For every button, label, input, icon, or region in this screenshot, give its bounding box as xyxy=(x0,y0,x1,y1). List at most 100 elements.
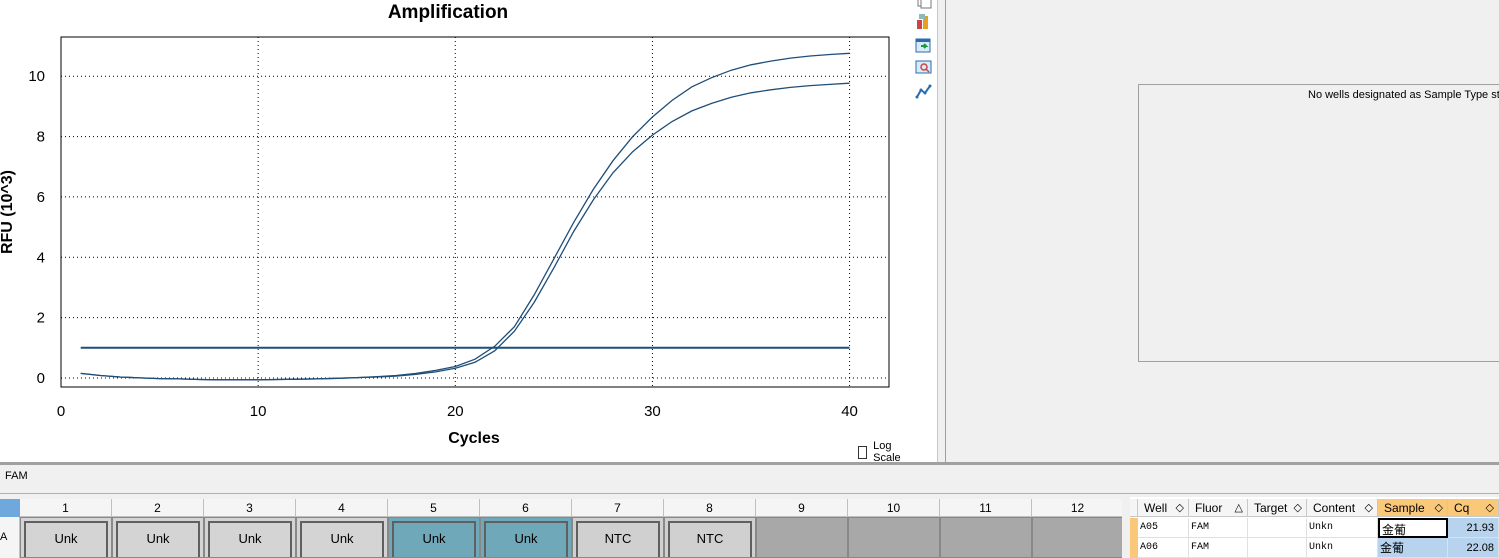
y-tick-label: 4 xyxy=(37,249,45,266)
cell-fluor: FAM xyxy=(1189,538,1248,558)
export-image-icon[interactable] xyxy=(915,13,932,30)
column-header-label: Target xyxy=(1254,501,1288,515)
plate-well[interactable]: Unk xyxy=(480,517,572,558)
plate-column-header[interactable]: 7 xyxy=(572,499,664,517)
plate-well[interactable] xyxy=(756,517,848,558)
plate-column-header[interactable]: 12 xyxy=(1032,499,1124,517)
plate-well[interactable]: Unk xyxy=(296,517,388,558)
y-axis-title: RFU (10^3) xyxy=(0,170,16,254)
cell-sample[interactable]: 金葡 xyxy=(1378,518,1448,538)
table-corner[interactable] xyxy=(1130,499,1138,517)
fluorophore-bar: FAM xyxy=(0,465,1499,494)
copy-icon[interactable] xyxy=(915,0,932,9)
column-header-label: Cq xyxy=(1454,501,1470,515)
plate-well[interactable]: NTC xyxy=(572,517,664,558)
well-content-label: Unk xyxy=(514,531,538,546)
column-header-sample[interactable]: Sample ◇ xyxy=(1378,499,1448,517)
column-header-cq[interactable]: Cq ◇ xyxy=(1448,499,1499,517)
well-content-label: Unk xyxy=(330,531,354,546)
well-content-label: NTC xyxy=(604,531,632,546)
cell-cq: 21.93 xyxy=(1448,518,1499,538)
cell-target xyxy=(1248,538,1307,558)
chart-title: Amplification xyxy=(388,2,508,23)
plate-column-header[interactable]: 1 xyxy=(20,499,112,517)
cell-well: A06 xyxy=(1138,538,1189,558)
plate-column-header[interactable]: 11 xyxy=(940,499,1032,517)
zoom-chart-icon[interactable] xyxy=(915,59,932,76)
standard-curve-box: No wells designated as Sample Type stand… xyxy=(1138,84,1499,362)
sort-icon[interactable]: ◇ xyxy=(1486,499,1494,517)
plate-well[interactable]: Unk xyxy=(20,517,112,558)
fluorophore-label[interactable]: FAM xyxy=(5,470,28,482)
column-header-target[interactable]: Target ◇ xyxy=(1248,499,1307,517)
plate-column-header[interactable]: 4 xyxy=(296,499,388,517)
log-scale-toggle[interactable]: Log Scale xyxy=(858,440,905,464)
chart-toolbar xyxy=(905,0,937,462)
plate-well[interactable]: Unk xyxy=(204,517,296,558)
cell-cq: 22.08 xyxy=(1448,538,1499,558)
y-tick-label: 6 xyxy=(37,189,45,206)
well-content-label: Unk xyxy=(422,531,446,546)
standard-curve-panel: No wells designated as Sample Type stand… xyxy=(946,0,1499,462)
plate-well[interactable]: Unk xyxy=(388,517,480,558)
standard-curve-message: No wells designated as Sample Type stand… xyxy=(1308,89,1499,101)
column-header-label: Fluor xyxy=(1195,501,1223,515)
plot-area xyxy=(60,36,890,388)
cell-content: Unkn xyxy=(1307,538,1378,558)
sort-icon[interactable]: ◇ xyxy=(1435,499,1443,517)
x-tick-label: 30 xyxy=(644,403,661,420)
sort-icon[interactable]: ◇ xyxy=(1365,499,1373,517)
column-header-label: Sample xyxy=(1384,501,1425,515)
x-tick-label: 40 xyxy=(841,403,858,420)
export-data-icon[interactable] xyxy=(915,37,932,54)
well-content-label: NTC xyxy=(696,531,724,546)
cell-well: A05 xyxy=(1138,518,1189,538)
curve-settings-icon[interactable] xyxy=(915,83,932,100)
x-tick-label: 10 xyxy=(250,403,267,420)
plate-well[interactable]: NTC xyxy=(664,517,756,558)
row-selector[interactable] xyxy=(1130,538,1138,558)
amplification-chart: Amplification 0 10 20 30 40 0 2 4 6 8 10 Cycles RF… xyxy=(0,2,890,447)
x-axis-title: Cycles xyxy=(448,430,500,447)
plate-well[interactable] xyxy=(848,517,940,558)
log-scale-label: Log Scale xyxy=(873,440,901,464)
cell-sample[interactable]: 金葡 xyxy=(1378,538,1448,558)
plate-well[interactable] xyxy=(1032,517,1124,558)
row-selector[interactable] xyxy=(1130,518,1138,538)
sort-icon[interactable]: ◇ xyxy=(1176,499,1184,517)
plate-well[interactable]: Unk xyxy=(112,517,204,558)
plate-view: 1 2 3 4 5 6 7 8 9 10 11 12 A Unk Unk Unk Unk Unk Unk NTC N… xyxy=(0,497,1124,558)
y-tick-label: 2 xyxy=(37,310,45,327)
well-results-table: Well ◇ Fluor △ Target ◇ Content ◇ Sample ◇ Cq ◇ A05… xyxy=(1130,497,1499,558)
plate-column-header[interactable]: 8 xyxy=(664,499,756,517)
plate-column-header[interactable]: 2 xyxy=(112,499,204,517)
plate-row-header[interactable]: A xyxy=(0,517,20,558)
app-window: Amplification 0 10 20 30 40 0 2 4 6 8 10 Cycles RF… xyxy=(0,0,1499,558)
plate-column-header[interactable]: 6 xyxy=(480,499,572,517)
cell-content: Unkn xyxy=(1307,518,1378,538)
cell-fluor: FAM xyxy=(1189,518,1248,538)
x-tick-label: 20 xyxy=(447,403,464,420)
sort-icon[interactable]: △ xyxy=(1235,499,1243,517)
y-tick-label: 0 xyxy=(37,370,45,387)
plate-well[interactable] xyxy=(940,517,1032,558)
plate-column-header[interactable]: 9 xyxy=(756,499,848,517)
log-scale-checkbox[interactable] xyxy=(858,445,868,459)
y-tick-label: 8 xyxy=(37,129,45,146)
well-content-label: Unk xyxy=(146,531,170,546)
sort-icon[interactable]: ◇ xyxy=(1294,499,1302,517)
column-header-well[interactable]: Well ◇ xyxy=(1138,499,1189,517)
vertical-splitter[interactable] xyxy=(937,0,946,462)
column-header-label: Well xyxy=(1144,501,1168,515)
amplification-chart-panel: Amplification 0 10 20 30 40 0 2 4 6 8 10 Cycles RF… xyxy=(0,0,905,464)
plate-column-header[interactable]: 10 xyxy=(848,499,940,517)
column-header-label: Content xyxy=(1313,501,1356,515)
plate-select-all[interactable] xyxy=(0,499,20,517)
plate-column-header[interactable]: 5 xyxy=(388,499,480,517)
well-content-label: Unk xyxy=(54,531,78,546)
plate-column-header[interactable]: 3 xyxy=(204,499,296,517)
column-header-content[interactable]: Content ◇ xyxy=(1307,499,1378,517)
column-header-fluor[interactable]: Fluor △ xyxy=(1189,499,1248,517)
y-tick-label: 10 xyxy=(28,68,45,85)
well-content-label: Unk xyxy=(238,531,262,546)
